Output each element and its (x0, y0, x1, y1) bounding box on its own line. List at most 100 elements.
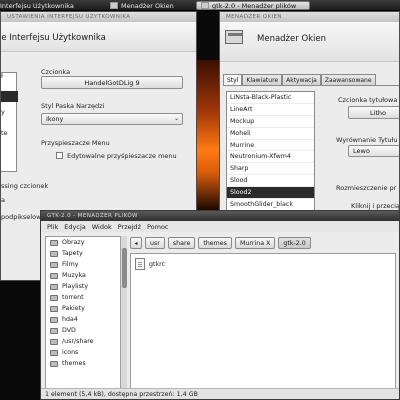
sidebar-place[interactable]: DVD (46, 325, 126, 336)
taskbar-item-window-manager[interactable]: Menadżer Okien (110, 1, 174, 10)
theme-list-item[interactable]: Neutronium-Xfwm4 (227, 151, 314, 164)
theme-list-item[interactable]: Moheli (227, 128, 314, 140)
window-title: gtk-2.0 - Menadżer plików (47, 213, 138, 219)
folder-icon (50, 272, 58, 279)
theme-name: SmoothGlider_black (230, 200, 293, 208)
taskbar-item-label: Interfejsu Użytkownika (0, 1, 74, 10)
tab-keyboard[interactable]: Klawiature (242, 74, 283, 85)
menu-help[interactable]: Pomoc (147, 223, 169, 231)
font-value: HandelGotDLig 9 (84, 78, 140, 87)
sidebar-place[interactable]: Playlisty (46, 281, 126, 292)
theme-list-item[interactable]: Slood2 (227, 187, 314, 200)
theme-name: Moheli (230, 129, 251, 137)
title-align-select[interactable]: Lewo (348, 145, 399, 157)
sidebar-place[interactable]: torrent (46, 292, 126, 303)
path-label: share (172, 239, 191, 247)
title-align-label: Wyrównanie Tytułu (336, 136, 398, 144)
folder-icon (50, 294, 58, 301)
place-label: icons (62, 349, 79, 356)
path-button[interactable]: share (167, 237, 196, 249)
sidebar-place[interactable]: icons (46, 347, 126, 358)
editable-accels-checkbox[interactable] (56, 152, 63, 159)
menu-go[interactable]: Przejdź (118, 223, 141, 231)
file-manager-titlebar[interactable]: gtk-2.0 - Menadżer plików (41, 211, 399, 221)
breadcrumb: ◂ usr share themes Murrina X gtk-2.0 (130, 236, 311, 250)
theme-name: LineArt (230, 105, 253, 113)
theme-name: Mockup (230, 117, 255, 125)
sidebar-scrollbar[interactable] (120, 236, 127, 389)
file-item[interactable]: gtkrc (135, 258, 165, 270)
places-sidebar[interactable]: Obrazy Tapety Filmy Muzyka Playlisty torrent P… (45, 236, 127, 389)
theme-list-item[interactable]: Murrine (227, 140, 314, 152)
sidebar-place[interactable]: hda4 (46, 314, 126, 325)
status-bar: 1 element (5,4 kB), dostępna przestrzeń:… (41, 388, 399, 399)
theme-list-item[interactable]: LiNsta-Black-Plastic (227, 92, 314, 104)
place-label: Filmy (62, 261, 79, 268)
file-name: gtkrc (149, 260, 166, 268)
toolbar-style-select[interactable]: Ikony ⌄ (41, 113, 183, 125)
folder-icon (201, 2, 209, 9)
theme-name: Murrine (230, 141, 255, 149)
font-label: Czcionka (41, 68, 71, 76)
theme-list-item[interactable]: Mockup (227, 116, 314, 128)
category-label: te (1, 129, 8, 137)
tab-focus[interactable]: Aktywacja (282, 74, 321, 85)
category-label: ł (1, 72, 3, 80)
path-button[interactable]: Murrina X (234, 237, 276, 249)
path-button[interactable]: usr (145, 237, 165, 249)
menu-bar: Plik Edycja Widok Przejdź Pomoc (41, 221, 399, 232)
antialias-option-label: a (1, 196, 5, 204)
taskbar-item-ui-settings[interactable]: Interfejsu Użytkownika (0, 1, 74, 10)
menu-view[interactable]: Widok (92, 223, 112, 231)
folder-icon (50, 316, 58, 323)
tab-advanced[interactable]: Zaawansowane (320, 74, 376, 85)
path-button[interactable]: themes (198, 237, 232, 249)
window-title: Menadżer Okien (226, 14, 282, 20)
toolbar-style-value: Ikony (46, 115, 64, 123)
path-button[interactable]: gtk-2.0 (278, 237, 311, 249)
chevron-down-icon: ⌄ (173, 115, 179, 122)
sidebar-place[interactable]: Obrazy (46, 237, 126, 248)
path-label: Murrina X (239, 239, 271, 247)
menu-file[interactable]: Plik (47, 223, 58, 231)
menu-edit[interactable]: Edycja (64, 223, 85, 231)
category-list[interactable] (1, 72, 18, 172)
ui-settings-titlebar[interactable]: Ustawienia Interfejsu Użytkownika (1, 12, 196, 22)
settings-tabs: Styl Klawiature Aktywacja Zaawansowane (223, 74, 376, 85)
place-label: hda4 (62, 316, 78, 323)
sidebar-place[interactable]: /usr/share (46, 336, 126, 347)
category-label: y (1, 108, 5, 116)
scrollbar-thumb[interactable] (122, 248, 127, 288)
sidebar-place[interactable]: Pakiety (46, 303, 126, 314)
theme-list-item[interactable]: Sharp (227, 163, 314, 176)
window-manager-titlebar[interactable]: Menadżer Okien (220, 12, 399, 22)
category-list-selected-row[interactable] (1, 91, 18, 102)
sidebar-place[interactable]: themes (46, 358, 126, 369)
tab-label: Aktywacja (286, 76, 317, 84)
ui-settings-header: je Interfejsu Użytkownika (1, 22, 196, 52)
place-label: /usr/share (62, 338, 94, 345)
title-align-value: Lewo (353, 147, 370, 155)
font-chooser-button[interactable]: HandelGotDLig 9 (41, 76, 183, 89)
place-label: DVD (62, 327, 76, 334)
sidebar-place[interactable]: Filmy (46, 259, 126, 270)
sidebar-place[interactable]: Tapety (46, 248, 126, 259)
title-font-button[interactable]: Litho (348, 106, 399, 119)
theme-list[interactable]: LiNsta-Black-Plastic LineArt Mockup Moheli M… (226, 91, 315, 226)
taskbar-item-file-manager[interactable]: gtk-2.0 - Menadżer plików (196, 1, 310, 10)
path-label: usr (150, 239, 160, 247)
theme-name: Neutronium-Xfwm4 (230, 153, 291, 161)
antialias-label: ssing czcionek (1, 182, 49, 190)
theme-name: Slood2 (230, 189, 252, 197)
theme-list-item[interactable]: Slood (227, 175, 314, 188)
folder-icon (50, 349, 58, 356)
folder-icon (50, 239, 58, 246)
place-label: themes (62, 360, 86, 367)
sidebar-place[interactable]: Muzyka (46, 270, 126, 281)
place-label: Tapety (62, 250, 83, 257)
theme-list-item[interactable]: LineArt (227, 104, 314, 116)
path-back-button[interactable]: ◂ (130, 237, 142, 249)
taskbar: Interfejsu Użytkownika Menadżer Okien gt… (0, 0, 400, 11)
tab-style[interactable]: Styl (223, 74, 243, 85)
file-view[interactable]: gtkrc (130, 253, 396, 389)
